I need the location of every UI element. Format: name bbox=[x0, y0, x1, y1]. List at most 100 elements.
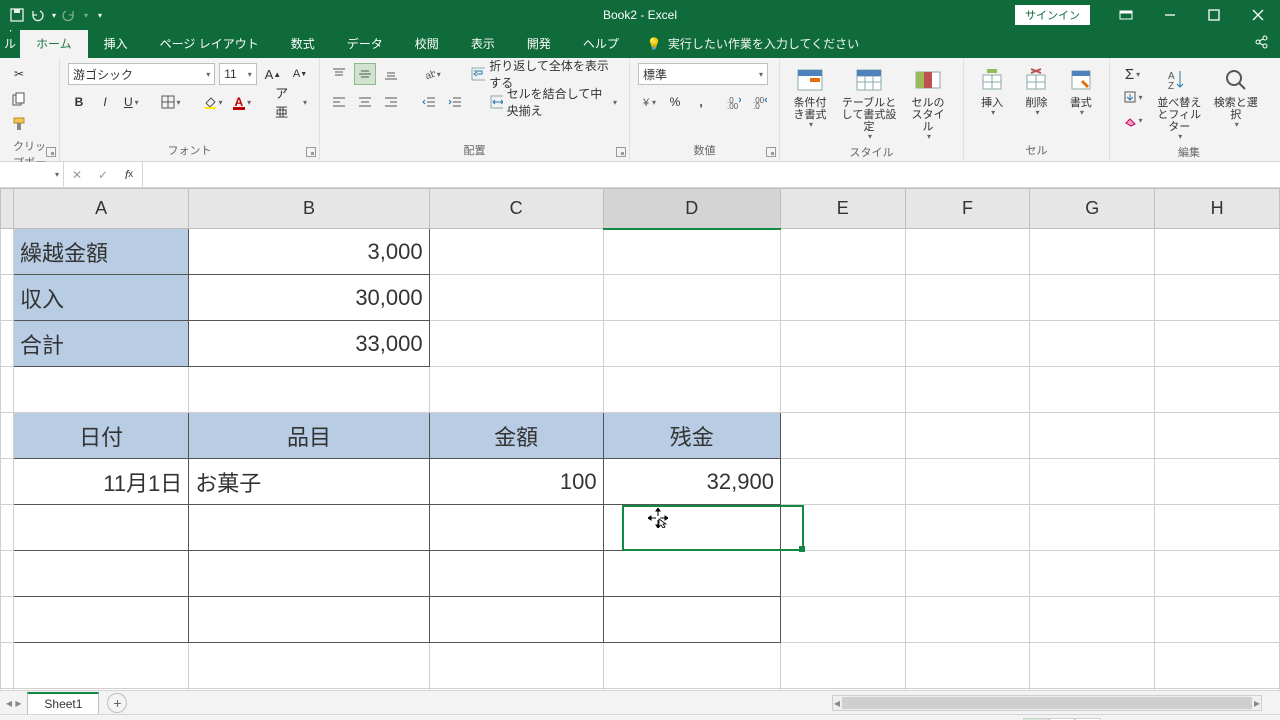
cell[interactable]: お菓子 bbox=[189, 459, 429, 505]
italic-button[interactable]: I bbox=[94, 91, 116, 113]
accounting-format-icon[interactable]: ¥▾ bbox=[638, 91, 660, 113]
clear-icon[interactable]: ▾ bbox=[1118, 109, 1147, 131]
decrease-font-icon[interactable]: A▼ bbox=[289, 63, 311, 85]
col-header[interactable]: G bbox=[1030, 189, 1155, 229]
redo-dropdown-icon[interactable]: ▾ bbox=[84, 11, 88, 20]
cell[interactable] bbox=[603, 229, 780, 275]
phonetic-icon[interactable]: ア亜▾ bbox=[271, 91, 311, 113]
col-header[interactable]: B bbox=[189, 189, 429, 229]
cell[interactable]: 合計 bbox=[14, 321, 189, 367]
cell[interactable]: 金額 bbox=[429, 413, 603, 459]
cell[interactable]: 日付 bbox=[14, 413, 189, 459]
cell[interactable]: 品目 bbox=[189, 413, 429, 459]
add-sheet-icon[interactable]: + bbox=[107, 693, 127, 713]
font-size-combo[interactable]: 11▾ bbox=[219, 63, 256, 85]
increase-font-icon[interactable]: A▲ bbox=[261, 63, 285, 85]
ribbon-options-icon[interactable] bbox=[1104, 0, 1148, 30]
increase-indent-icon[interactable] bbox=[444, 91, 466, 113]
format-painter-icon[interactable] bbox=[8, 113, 30, 135]
cell[interactable]: 32,900 bbox=[603, 459, 780, 505]
worksheet-grid[interactable]: A B C D E F G H 繰越金額3,000 収入30,000 合計33,… bbox=[0, 188, 1280, 690]
sort-filter-button[interactable]: AZ並べ替えとフィルター▾ bbox=[1151, 63, 1207, 144]
underline-button[interactable]: U▾ bbox=[120, 91, 143, 113]
cut-icon[interactable]: ✂ bbox=[8, 63, 30, 85]
cell[interactable]: 収入 bbox=[14, 275, 189, 321]
column-headers[interactable]: A B C D E F G H bbox=[1, 189, 1280, 229]
save-icon[interactable] bbox=[10, 8, 24, 22]
minimize-icon[interactable] bbox=[1148, 0, 1192, 30]
tell-me[interactable]: 💡 実行したい作業を入力してください bbox=[647, 29, 859, 58]
find-select-button[interactable]: 検索と選択▾ bbox=[1211, 63, 1260, 132]
orientation-icon[interactable]: ab▾ bbox=[419, 63, 445, 85]
col-header[interactable]: H bbox=[1155, 189, 1280, 229]
tab-home[interactable]: ホーム bbox=[20, 29, 88, 58]
tab-insert[interactable]: 挿入 bbox=[88, 29, 144, 58]
align-right-icon[interactable] bbox=[380, 91, 402, 113]
fill-color-icon[interactable]: ▾ bbox=[199, 91, 227, 113]
fill-icon[interactable]: ▾ bbox=[1118, 86, 1147, 108]
maximize-icon[interactable] bbox=[1192, 0, 1236, 30]
cell[interactable] bbox=[429, 229, 603, 275]
decrease-indent-icon[interactable] bbox=[418, 91, 440, 113]
cell[interactable]: 33,000 bbox=[189, 321, 429, 367]
bold-button[interactable]: B bbox=[68, 91, 90, 113]
cell[interactable]: 繰越金額 bbox=[14, 229, 189, 275]
sheet-nav[interactable]: ◂ ▸ bbox=[0, 696, 27, 710]
share-button[interactable] bbox=[1242, 29, 1280, 58]
autosum-icon[interactable]: Σ▾ bbox=[1118, 63, 1147, 85]
redo-icon[interactable] bbox=[62, 8, 76, 22]
col-header[interactable]: C bbox=[429, 189, 603, 229]
col-header[interactable]: E bbox=[780, 189, 905, 229]
horizontal-scrollbar[interactable]: ◂▸ bbox=[832, 695, 1262, 711]
cell[interactable]: 100 bbox=[429, 459, 603, 505]
enter-icon[interactable]: ✓ bbox=[90, 168, 116, 182]
tab-page-layout[interactable]: ページ レイアウト bbox=[144, 29, 275, 58]
format-cells-button[interactable]: 書式▾ bbox=[1061, 63, 1101, 120]
sheet-tab[interactable]: Sheet1 bbox=[27, 692, 99, 714]
cell[interactable]: 11月1日 bbox=[14, 459, 189, 505]
tab-data[interactable]: データ bbox=[331, 29, 399, 58]
format-as-table-button[interactable]: テーブルとして書式設定▾ bbox=[836, 63, 902, 144]
font-name-combo[interactable]: 游ゴシック▾ bbox=[68, 63, 215, 85]
delete-cells-button[interactable]: 削除▾ bbox=[1016, 63, 1056, 120]
select-all-corner[interactable] bbox=[1, 189, 14, 229]
increase-decimal-icon[interactable]: .0.00 bbox=[723, 91, 745, 113]
close-icon[interactable] bbox=[1236, 0, 1280, 30]
align-middle-icon[interactable] bbox=[354, 63, 376, 85]
signin-button[interactable]: サインイン bbox=[1015, 5, 1090, 25]
decrease-decimal-icon[interactable]: .00.0 bbox=[749, 91, 771, 113]
font-color-icon[interactable]: A▾ bbox=[230, 91, 255, 113]
merge-center-button[interactable]: セルを結合して中央揃え▾ bbox=[486, 91, 621, 113]
wrap-text-button[interactable]: 折り返して全体を表示する bbox=[467, 63, 621, 85]
conditional-formatting-button[interactable]: 条件付き書式▾ bbox=[788, 63, 832, 132]
percent-icon[interactable]: % bbox=[664, 91, 686, 113]
align-left-icon[interactable] bbox=[328, 91, 350, 113]
tab-review[interactable]: 校閲 bbox=[399, 29, 455, 58]
name-box[interactable]: ▾ bbox=[0, 162, 64, 187]
formula-input[interactable] bbox=[143, 162, 1280, 187]
comma-icon[interactable]: , bbox=[690, 91, 712, 113]
undo-icon[interactable] bbox=[30, 8, 44, 22]
qat-customize-icon[interactable]: ▾ bbox=[98, 11, 102, 20]
copy-icon[interactable] bbox=[8, 88, 30, 110]
cell[interactable]: 30,000 bbox=[189, 275, 429, 321]
cell[interactable]: 残金 bbox=[603, 413, 780, 459]
tab-formulas[interactable]: 数式 bbox=[275, 29, 331, 58]
align-bottom-icon[interactable] bbox=[380, 63, 402, 85]
dialog-launcher-icon[interactable] bbox=[616, 147, 626, 157]
dialog-launcher-icon[interactable] bbox=[306, 147, 316, 157]
fx-icon[interactable]: fx bbox=[116, 168, 142, 182]
col-header[interactable]: D bbox=[603, 189, 780, 229]
undo-dropdown-icon[interactable]: ▾ bbox=[52, 11, 56, 20]
cell-styles-button[interactable]: セルのスタイル▾ bbox=[906, 63, 950, 144]
col-header[interactable]: F bbox=[905, 189, 1030, 229]
tab-developer[interactable]: 開発 bbox=[511, 29, 567, 58]
col-header[interactable]: A bbox=[14, 189, 189, 229]
borders-icon[interactable]: ▾ bbox=[157, 91, 185, 113]
dialog-launcher-icon[interactable] bbox=[46, 147, 56, 157]
tab-help[interactable]: ヘルプ bbox=[567, 29, 635, 58]
cell[interactable]: 3,000 bbox=[189, 229, 429, 275]
align-top-icon[interactable] bbox=[328, 63, 350, 85]
align-center-icon[interactable] bbox=[354, 91, 376, 113]
number-format-combo[interactable]: 標準▾ bbox=[638, 63, 768, 85]
